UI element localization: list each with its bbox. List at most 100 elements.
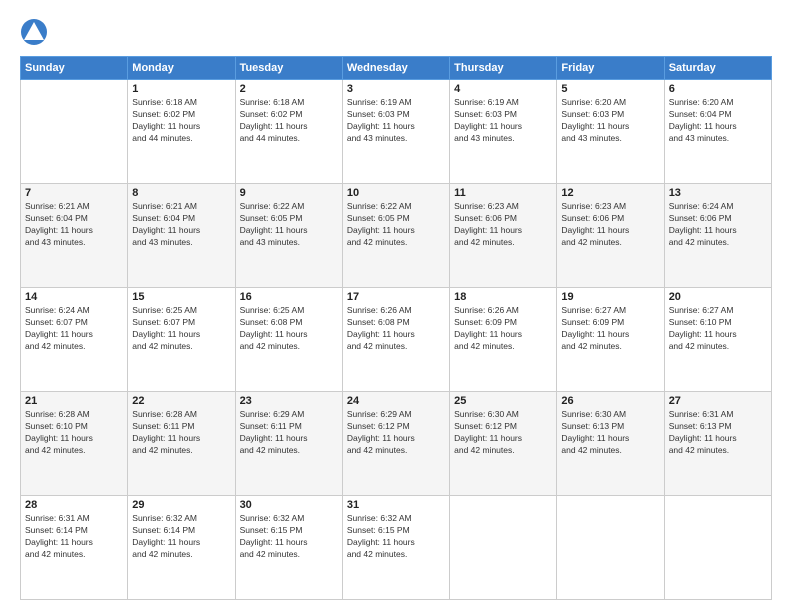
day-number: 4 (454, 83, 552, 95)
day-number: 26 (561, 395, 659, 407)
day-number: 6 (669, 83, 767, 95)
day-number: 20 (669, 291, 767, 303)
day-number: 17 (347, 291, 445, 303)
day-number: 29 (132, 499, 230, 511)
day-info: Sunrise: 6:22 AMSunset: 6:05 PMDaylight:… (347, 201, 445, 249)
day-number: 11 (454, 187, 552, 199)
day-info: Sunrise: 6:32 AMSunset: 6:14 PMDaylight:… (132, 513, 230, 561)
day-info: Sunrise: 6:24 AMSunset: 6:07 PMDaylight:… (25, 305, 123, 353)
calendar-cell: 21 Sunrise: 6:28 AMSunset: 6:10 PMDayligh… (21, 392, 128, 496)
day-number: 15 (132, 291, 230, 303)
logo-icon (20, 18, 48, 46)
week-row-1: 1 Sunrise: 6:18 AMSunset: 6:02 PMDaylight… (21, 80, 772, 184)
calendar-cell: 24 Sunrise: 6:29 AMSunset: 6:12 PMDayligh… (342, 392, 449, 496)
calendar-cell: 14 Sunrise: 6:24 AMSunset: 6:07 PMDayligh… (21, 288, 128, 392)
day-number: 3 (347, 83, 445, 95)
day-number: 1 (132, 83, 230, 95)
day-number: 18 (454, 291, 552, 303)
day-info: Sunrise: 6:18 AMSunset: 6:02 PMDaylight:… (240, 97, 338, 145)
day-info: Sunrise: 6:27 AMSunset: 6:10 PMDaylight:… (669, 305, 767, 353)
day-info: Sunrise: 6:25 AMSunset: 6:07 PMDaylight:… (132, 305, 230, 353)
calendar-cell: 13Sunrise: 6:24 AMSunset: 6:06 PMDayligh… (664, 184, 771, 288)
day-number: 14 (25, 291, 123, 303)
day-number: 25 (454, 395, 552, 407)
calendar-cell: 8 Sunrise: 6:21 AMSunset: 6:04 PMDaylight… (128, 184, 235, 288)
col-header-tuesday: Tuesday (235, 57, 342, 80)
week-row-5: 28 Sunrise: 6:31 AMSunset: 6:14 PMDayligh… (21, 496, 772, 600)
day-number: 9 (240, 187, 338, 199)
day-info: Sunrise: 6:30 AMSunset: 6:12 PMDaylight:… (454, 409, 552, 457)
day-number: 24 (347, 395, 445, 407)
calendar-cell: 10 Sunrise: 6:22 AMSunset: 6:05 PMDayligh… (342, 184, 449, 288)
day-info: Sunrise: 6:29 AMSunset: 6:11 PMDaylight:… (240, 409, 338, 457)
week-row-2: 7Sunrise: 6:21 AMSunset: 6:04 PMDaylight… (21, 184, 772, 288)
calendar-table: SundayMondayTuesdayWednesdayThursdayFrid… (20, 56, 772, 600)
day-info: Sunrise: 6:20 AMSunset: 6:04 PMDaylight:… (669, 97, 767, 145)
day-info: Sunrise: 6:18 AMSunset: 6:02 PMDaylight:… (132, 97, 230, 145)
col-header-thursday: Thursday (450, 57, 557, 80)
day-number: 12 (561, 187, 659, 199)
day-number: 23 (240, 395, 338, 407)
calendar-cell: 31 Sunrise: 6:32 AMSunset: 6:15 PMDayligh… (342, 496, 449, 600)
day-number: 31 (347, 499, 445, 511)
logo (20, 18, 52, 46)
day-number: 28 (25, 499, 123, 511)
calendar-cell: 9 Sunrise: 6:22 AMSunset: 6:05 PMDaylight… (235, 184, 342, 288)
calendar-cell: 18 Sunrise: 6:26 AMSunset: 6:09 PMDayligh… (450, 288, 557, 392)
calendar-cell: 27Sunrise: 6:31 AMSunset: 6:13 PMDayligh… (664, 392, 771, 496)
day-info: Sunrise: 6:29 AMSunset: 6:12 PMDaylight:… (347, 409, 445, 457)
calendar-cell: 22 Sunrise: 6:28 AMSunset: 6:11 PMDayligh… (128, 392, 235, 496)
day-info: Sunrise: 6:21 AMSunset: 6:04 PMDaylight:… (25, 201, 123, 249)
page: SundayMondayTuesdayWednesdayThursdayFrid… (0, 0, 792, 612)
day-info: Sunrise: 6:23 AMSunset: 6:06 PMDaylight:… (454, 201, 552, 249)
calendar-cell: 3 Sunrise: 6:19 AMSunset: 6:03 PMDaylight… (342, 80, 449, 184)
day-number: 2 (240, 83, 338, 95)
day-number: 5 (561, 83, 659, 95)
day-info: Sunrise: 6:19 AMSunset: 6:03 PMDaylight:… (454, 97, 552, 145)
calendar-cell: 29 Sunrise: 6:32 AMSunset: 6:14 PMDayligh… (128, 496, 235, 600)
day-info: Sunrise: 6:22 AMSunset: 6:05 PMDaylight:… (240, 201, 338, 249)
calendar-cell: 20 Sunrise: 6:27 AMSunset: 6:10 PMDayligh… (664, 288, 771, 392)
calendar-cell (450, 496, 557, 600)
calendar-header-row: SundayMondayTuesdayWednesdayThursdayFrid… (21, 57, 772, 80)
day-info: Sunrise: 6:21 AMSunset: 6:04 PMDaylight:… (132, 201, 230, 249)
day-number: 22 (132, 395, 230, 407)
day-info: Sunrise: 6:26 AMSunset: 6:08 PMDaylight:… (347, 305, 445, 353)
calendar-cell: 15 Sunrise: 6:25 AMSunset: 6:07 PMDayligh… (128, 288, 235, 392)
day-number: 21 (25, 395, 123, 407)
day-info: Sunrise: 6:28 AMSunset: 6:11 PMDaylight:… (132, 409, 230, 457)
col-header-wednesday: Wednesday (342, 57, 449, 80)
calendar-cell: 25 Sunrise: 6:30 AMSunset: 6:12 PMDayligh… (450, 392, 557, 496)
col-header-monday: Monday (128, 57, 235, 80)
calendar-cell (557, 496, 664, 600)
col-header-friday: Friday (557, 57, 664, 80)
day-info: Sunrise: 6:26 AMSunset: 6:09 PMDaylight:… (454, 305, 552, 353)
day-info: Sunrise: 6:28 AMSunset: 6:10 PMDaylight:… (25, 409, 123, 457)
col-header-saturday: Saturday (664, 57, 771, 80)
day-info: Sunrise: 6:27 AMSunset: 6:09 PMDaylight:… (561, 305, 659, 353)
day-info: Sunrise: 6:19 AMSunset: 6:03 PMDaylight:… (347, 97, 445, 145)
calendar-cell: 30Sunrise: 6:32 AMSunset: 6:15 PMDayligh… (235, 496, 342, 600)
day-info: Sunrise: 6:32 AMSunset: 6:15 PMDaylight:… (347, 513, 445, 561)
calendar-cell: 19 Sunrise: 6:27 AMSunset: 6:09 PMDayligh… (557, 288, 664, 392)
calendar-cell: 6 Sunrise: 6:20 AMSunset: 6:04 PMDaylight… (664, 80, 771, 184)
calendar-cell: 16 Sunrise: 6:25 AMSunset: 6:08 PMDayligh… (235, 288, 342, 392)
day-info: Sunrise: 6:20 AMSunset: 6:03 PMDaylight:… (561, 97, 659, 145)
day-number: 30 (240, 499, 338, 511)
header (20, 18, 772, 46)
day-number: 8 (132, 187, 230, 199)
day-number: 13 (669, 187, 767, 199)
day-info: Sunrise: 6:31 AMSunset: 6:14 PMDaylight:… (25, 513, 123, 561)
calendar-cell: 5 Sunrise: 6:20 AMSunset: 6:03 PMDaylight… (557, 80, 664, 184)
day-number: 16 (240, 291, 338, 303)
calendar-cell: 4 Sunrise: 6:19 AMSunset: 6:03 PMDaylight… (450, 80, 557, 184)
day-info: Sunrise: 6:30 AMSunset: 6:13 PMDaylight:… (561, 409, 659, 457)
day-number: 27 (669, 395, 767, 407)
calendar-cell: 7Sunrise: 6:21 AMSunset: 6:04 PMDaylight… (21, 184, 128, 288)
day-number: 19 (561, 291, 659, 303)
calendar-cell: 11 Sunrise: 6:23 AMSunset: 6:06 PMDayligh… (450, 184, 557, 288)
calendar-cell: 2 Sunrise: 6:18 AMSunset: 6:02 PMDaylight… (235, 80, 342, 184)
day-info: Sunrise: 6:23 AMSunset: 6:06 PMDaylight:… (561, 201, 659, 249)
day-number: 10 (347, 187, 445, 199)
day-info: Sunrise: 6:25 AMSunset: 6:08 PMDaylight:… (240, 305, 338, 353)
